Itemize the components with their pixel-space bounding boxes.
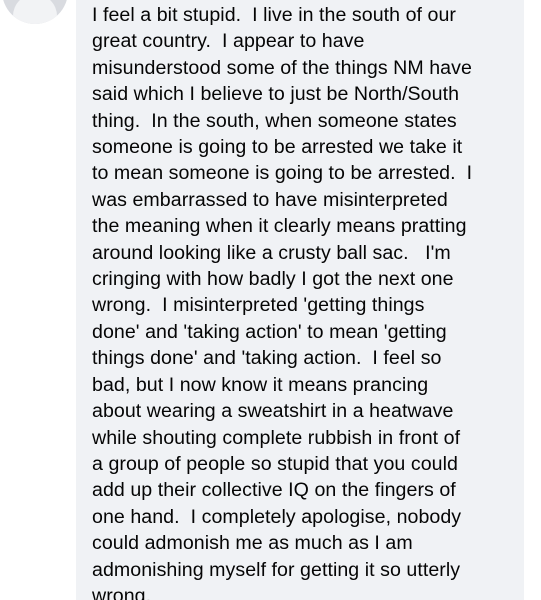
comment-line-14: things done' and 'taking action. I feel … (92, 347, 442, 370)
comment-view: I feel a bit stupid. I live in the south… (0, 0, 541, 600)
avatar-body-shape (13, 0, 57, 24)
comment-line-5: thing. In the south, when someone states (92, 109, 457, 132)
comment-line-16: about wearing a sweatshirt in a heatwave (92, 400, 454, 423)
comment-line-8: was embarrassed to have misinterpreted (92, 188, 448, 211)
comment-line-18: a group of people so stupid that you cou… (92, 452, 458, 475)
comment-bubble: I feel a bit stupid. I live in the south… (76, 0, 524, 600)
comment-line-2: great country. I appear to have (92, 30, 365, 53)
comment-line-7: to mean someone is going to be arrested.… (92, 162, 473, 185)
comment-line-12: wrong. I misinterpreted 'getting things (92, 294, 425, 317)
comment-line-23: wrong. (92, 584, 152, 600)
comment-line-1: I feel a bit stupid. I live in the south… (92, 4, 457, 26)
comment-line-15: bad, but I now know it means prancing (92, 373, 429, 396)
comment-line-22: admonishing myself for getting it so utt… (92, 558, 461, 581)
comment-line-21: could admonish me as much as I am (92, 532, 413, 555)
comment-line-19: add up their collective IQ on the finger… (92, 479, 456, 502)
comment-line-4: said which I believe to just be North/So… (92, 83, 460, 106)
comment-line-10: around looking like a crusty ball sac. I… (92, 241, 451, 264)
comment-line-11: cringing with how badly I got the next o… (92, 268, 454, 291)
comment-line-20: one hand. I completely apologise, nobody (92, 505, 462, 528)
comment-line-17: while shouting complete rubbish in front… (92, 426, 461, 449)
comment-text: I feel a bit stupid. I live in the south… (92, 2, 516, 600)
profile-avatar-icon[interactable] (2, 0, 68, 24)
comment-line-3: misunderstood some of the things NM have (92, 56, 472, 79)
comment-line-9: the meaning when it clearly means pratti… (92, 215, 467, 238)
comment-line-13: done' and 'taking action' to mean 'getti… (92, 320, 447, 343)
comment-line-6: someone is going to be arrested we take … (92, 136, 463, 159)
